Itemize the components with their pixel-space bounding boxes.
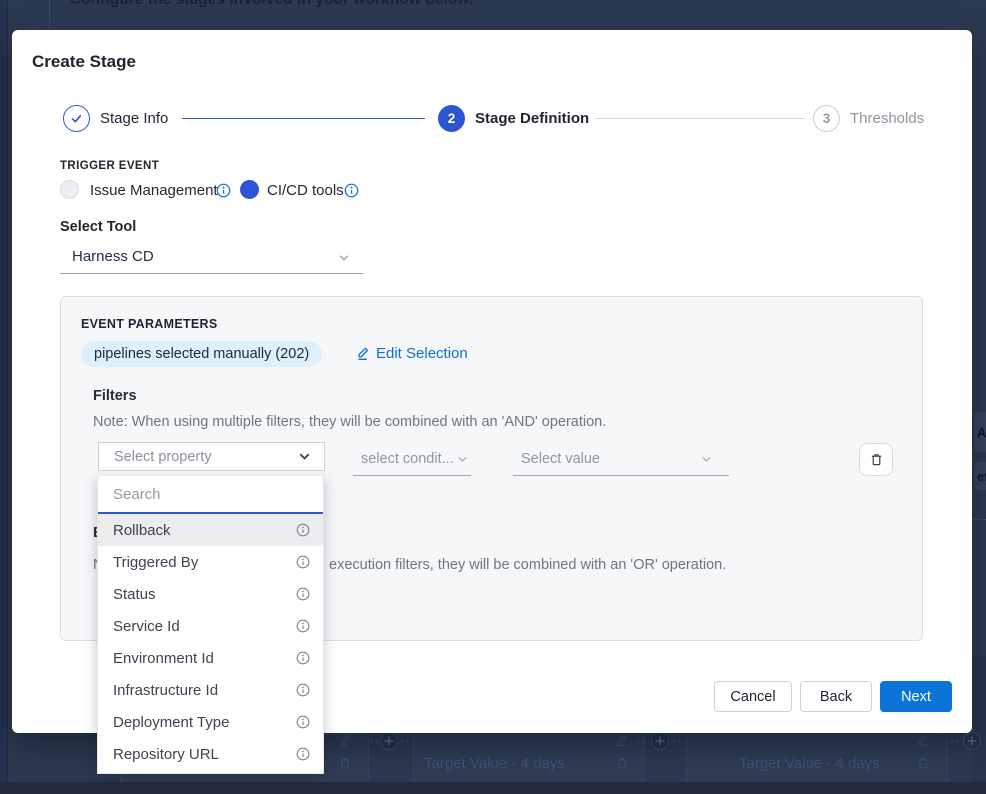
screen: Configure the stages involved in your wo… (0, 0, 986, 794)
background-sidebar-strip (0, 0, 8, 794)
value-select-placeholder: Select value (513, 451, 600, 467)
chevron-down-icon (337, 251, 351, 270)
dropdown-item-label: Status (113, 586, 156, 603)
dropdown-item-rollback[interactable]: Rollback (98, 514, 323, 546)
connector-dash (673, 740, 680, 742)
step-number: 2 (448, 111, 456, 126)
step-3-label[interactable]: Thresholds (850, 110, 924, 127)
info-icon[interactable] (296, 523, 310, 537)
info-icon[interactable] (344, 183, 359, 203)
trash-icon (916, 756, 930, 775)
step-number: 3 (823, 111, 831, 126)
info-icon[interactable] (296, 715, 310, 729)
stage-card-label: Target Value - 4 days (739, 755, 880, 772)
tool-select-value: Harness CD (72, 248, 154, 265)
step-2-indicator[interactable]: 2 (438, 105, 465, 132)
edit-icon (614, 733, 628, 752)
step-1-indicator[interactable] (63, 105, 90, 132)
radio-cicd-tools[interactable] (240, 180, 259, 199)
modal-title: Create Stage (32, 52, 136, 72)
trigger-event-heading: TRIGGER EVENT (60, 160, 159, 172)
radio-issue-management-label[interactable]: Issue Management (90, 182, 218, 199)
step-1-label[interactable]: Stage Info (100, 110, 168, 127)
trash-icon (615, 756, 629, 775)
edit-icon (338, 733, 352, 752)
edit-icon (355, 346, 370, 361)
tool-select[interactable]: Harness CD (60, 241, 363, 274)
info-icon[interactable] (296, 555, 310, 569)
dropdown-item-status[interactable]: Status (98, 578, 323, 610)
chevron-down-icon (700, 453, 713, 466)
info-icon[interactable] (296, 683, 310, 697)
step-3-indicator[interactable]: 3 (813, 105, 840, 132)
background-fragment: et (974, 462, 986, 490)
condition-select[interactable]: select condit... (353, 443, 471, 476)
search-input[interactable] (98, 476, 323, 512)
dropdown-item-repository-url[interactable]: Repository URL (98, 738, 323, 770)
chevron-down-icon (297, 449, 312, 464)
info-icon[interactable] (296, 747, 310, 761)
dropdown-item-triggered-by[interactable]: Triggered By (98, 546, 323, 578)
execution-filters-note: execution filters, they will be combined… (329, 557, 726, 573)
info-icon[interactable] (296, 651, 310, 665)
dropdown-search (98, 476, 323, 514)
cancel-button[interactable]: Cancel (714, 681, 792, 712)
dropdown-item-label: Environment Id (113, 650, 214, 667)
trash-icon (869, 452, 884, 467)
background-shade (972, 656, 986, 782)
property-select-placeholder: Select property (114, 449, 212, 465)
background-dashed-line (974, 519, 986, 520)
event-parameters-heading: EVENT PARAMETERS (81, 317, 218, 331)
filters-note: Note: When using multiple filters, they … (93, 414, 606, 430)
dropdown-item-infrastructure-id[interactable]: Infrastructure Id (98, 674, 323, 706)
back-button[interactable]: Back (800, 681, 872, 712)
background-fragment: Ap (974, 412, 986, 452)
connector-dash (401, 740, 408, 742)
edit-icon (915, 733, 929, 752)
info-icon[interactable] (216, 183, 231, 203)
chevron-down-icon (456, 453, 469, 466)
info-icon[interactable] (296, 619, 310, 633)
fragment-text: et (977, 469, 986, 484)
property-select[interactable]: Select property (98, 442, 325, 471)
condition-select-placeholder: select condit... (353, 451, 454, 467)
check-icon (69, 111, 84, 126)
stepper-connector (595, 118, 805, 119)
add-stage-button[interactable] (380, 732, 398, 750)
info-icon[interactable] (296, 587, 310, 601)
connector-dash (371, 740, 378, 742)
edit-selection-label: Edit Selection (376, 345, 468, 362)
edit-selection-link[interactable]: Edit Selection (355, 345, 468, 362)
select-tool-label: Select Tool (60, 219, 136, 235)
dropdown-item-label: Deployment Type (113, 714, 229, 731)
stage-card-label: Target Value - 4 days (424, 755, 565, 772)
stepper-connector (182, 118, 425, 119)
dropdown-item-label: Rollback (113, 522, 171, 539)
connector-dash (951, 740, 958, 742)
dropdown-item-label: Triggered By (113, 554, 198, 571)
next-button[interactable]: Next (880, 681, 952, 712)
dropdown-item-service-id[interactable]: Service Id (98, 610, 323, 642)
add-stage-button[interactable] (651, 732, 669, 750)
trash-icon (338, 756, 352, 775)
dropdown-item-label: Infrastructure Id (113, 682, 218, 699)
background-divider (49, 0, 50, 30)
property-dropdown-menu: Rollback Triggered By Status Service Id … (97, 476, 324, 774)
dropdown-item-label: Service Id (113, 618, 180, 635)
background-bottom-strip (0, 782, 986, 794)
value-select[interactable]: Select value (513, 443, 729, 476)
selection-badge: pipelines selected manually (202) (81, 341, 322, 367)
dropdown-item-label: Repository URL (113, 746, 219, 763)
radio-issue-management[interactable] (60, 180, 79, 199)
delete-filter-button[interactable] (859, 443, 893, 476)
dropdown-item-environment-id[interactable]: Environment Id (98, 642, 323, 674)
step-2-label[interactable]: Stage Definition (475, 110, 589, 127)
fragment-text: Ap (977, 425, 986, 440)
radio-cicd-tools-label[interactable]: CI/CD tools (267, 182, 344, 199)
background-page-subtitle: Configure the stages involved in your wo… (70, 0, 473, 8)
filters-heading: Filters (93, 388, 137, 404)
connector-dash (637, 740, 644, 742)
dropdown-item-deployment-type[interactable]: Deployment Type (98, 706, 323, 738)
